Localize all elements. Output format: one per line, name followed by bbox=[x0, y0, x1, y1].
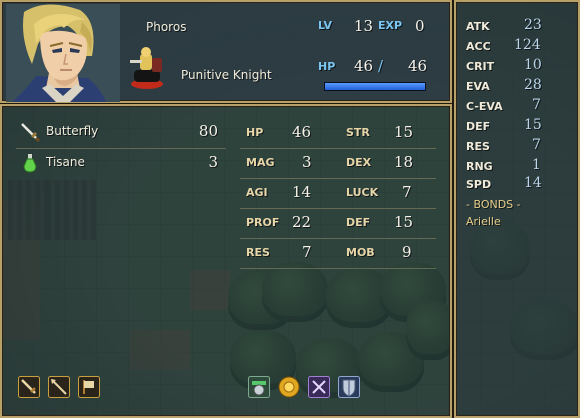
stat-value: 15 bbox=[394, 213, 414, 231]
sword-rank-icon[interactable] bbox=[18, 376, 40, 398]
hp-current: 46 bbox=[354, 57, 374, 75]
hp-label: HP bbox=[318, 60, 336, 73]
inventory-item-value: 80 bbox=[198, 122, 218, 140]
stat-label: PROF bbox=[246, 216, 280, 229]
inventory-item-name: Tisane bbox=[46, 155, 85, 169]
stat-label: DEX bbox=[346, 156, 372, 169]
stat-value: 22 bbox=[292, 213, 312, 231]
stat-label: MAG bbox=[246, 156, 275, 169]
sun-medal-skill-icon[interactable] bbox=[278, 376, 300, 398]
combat-stat-value: 28 bbox=[524, 77, 542, 93]
potion-icon bbox=[23, 154, 37, 173]
unit-header-panel: Phoros Punitive Knight LV 13 EXP 0 HP 46… bbox=[0, 0, 452, 103]
level-value: 13 bbox=[354, 17, 374, 35]
bond-name[interactable]: Arielle bbox=[466, 215, 501, 228]
combat-stats-panel: ATK 23 ACC 124 CRIT 10 EVA 28 C-EVA 7 DE… bbox=[454, 0, 580, 418]
exp-value: 0 bbox=[415, 17, 425, 35]
hp-separator: / bbox=[378, 57, 384, 75]
lance-rank-icon[interactable] bbox=[48, 376, 70, 398]
stat-label: HP bbox=[246, 126, 264, 139]
combat-stat-value: 23 bbox=[524, 17, 542, 33]
unit-name: Phoros bbox=[146, 20, 187, 34]
stat-label: RES bbox=[246, 246, 270, 259]
combat-stat-label: ATK bbox=[466, 20, 490, 33]
combat-stat-label: CRIT bbox=[466, 60, 495, 73]
inventory-item[interactable]: Tisane 3 bbox=[16, 149, 226, 179]
stat-value: 7 bbox=[402, 183, 412, 201]
combat-stat-label: ACC bbox=[466, 40, 491, 53]
combat-stat-label: SPD bbox=[466, 178, 492, 191]
inventory-item-name: Butterfly bbox=[46, 124, 99, 138]
combat-stat-value: 124 bbox=[514, 37, 541, 53]
combat-stat-label: C-EVA bbox=[466, 100, 503, 113]
stat-label: MOB bbox=[346, 246, 375, 259]
bonds-header: - BONDS - bbox=[466, 198, 521, 211]
stat-value: 3 bbox=[302, 153, 312, 171]
combat-stat-value: 15 bbox=[524, 117, 542, 133]
stat-value: 7 bbox=[302, 243, 312, 261]
stat-label: STR bbox=[346, 126, 370, 139]
hp-max: 46 bbox=[408, 57, 428, 75]
rune-skill-icon[interactable] bbox=[308, 376, 330, 398]
stat-value: 9 bbox=[402, 243, 412, 261]
stat-value: 14 bbox=[292, 183, 312, 201]
combat-stat-label: EVA bbox=[466, 80, 490, 93]
knight-portrait-image bbox=[6, 4, 120, 102]
combat-stat-label: DEF bbox=[466, 120, 491, 133]
unit-portrait bbox=[6, 4, 120, 102]
hp-bar-fill bbox=[325, 83, 425, 90]
inventory-item[interactable]: Butterfly 80 bbox=[16, 118, 226, 148]
combat-stat-label: RNG bbox=[466, 160, 493, 173]
stat-label: LUCK bbox=[346, 186, 379, 199]
stat-label: AGI bbox=[246, 186, 268, 199]
unit-stats-panel: Butterfly 80 Tisane 3 HP 46 MAG 3 AGI 14… bbox=[0, 104, 452, 418]
inventory-item-value: 3 bbox=[208, 153, 218, 171]
combat-stat-value: 7 bbox=[532, 97, 541, 113]
stat-value: 15 bbox=[394, 123, 414, 141]
exp-label: EXP bbox=[378, 19, 403, 32]
combat-stat-label: RES bbox=[466, 140, 490, 153]
sword-icon bbox=[21, 123, 40, 142]
knight-class-sprite-icon bbox=[130, 47, 163, 89]
combat-stat-value: 14 bbox=[524, 175, 542, 191]
combat-stat-value: 1 bbox=[532, 157, 541, 173]
stat-value: 18 bbox=[394, 153, 414, 171]
axe-rank-icon[interactable] bbox=[78, 376, 100, 398]
shield-skill-icon[interactable] bbox=[338, 376, 360, 398]
stat-value: 46 bbox=[292, 123, 312, 141]
gear-skill-icon[interactable] bbox=[248, 376, 270, 398]
hp-bar bbox=[324, 82, 426, 91]
combat-stat-value: 7 bbox=[532, 137, 541, 153]
combat-stat-value: 10 bbox=[524, 57, 542, 73]
level-label: LV bbox=[318, 19, 333, 32]
stat-label: DEF bbox=[346, 216, 371, 229]
unit-class: Punitive Knight bbox=[181, 68, 272, 82]
